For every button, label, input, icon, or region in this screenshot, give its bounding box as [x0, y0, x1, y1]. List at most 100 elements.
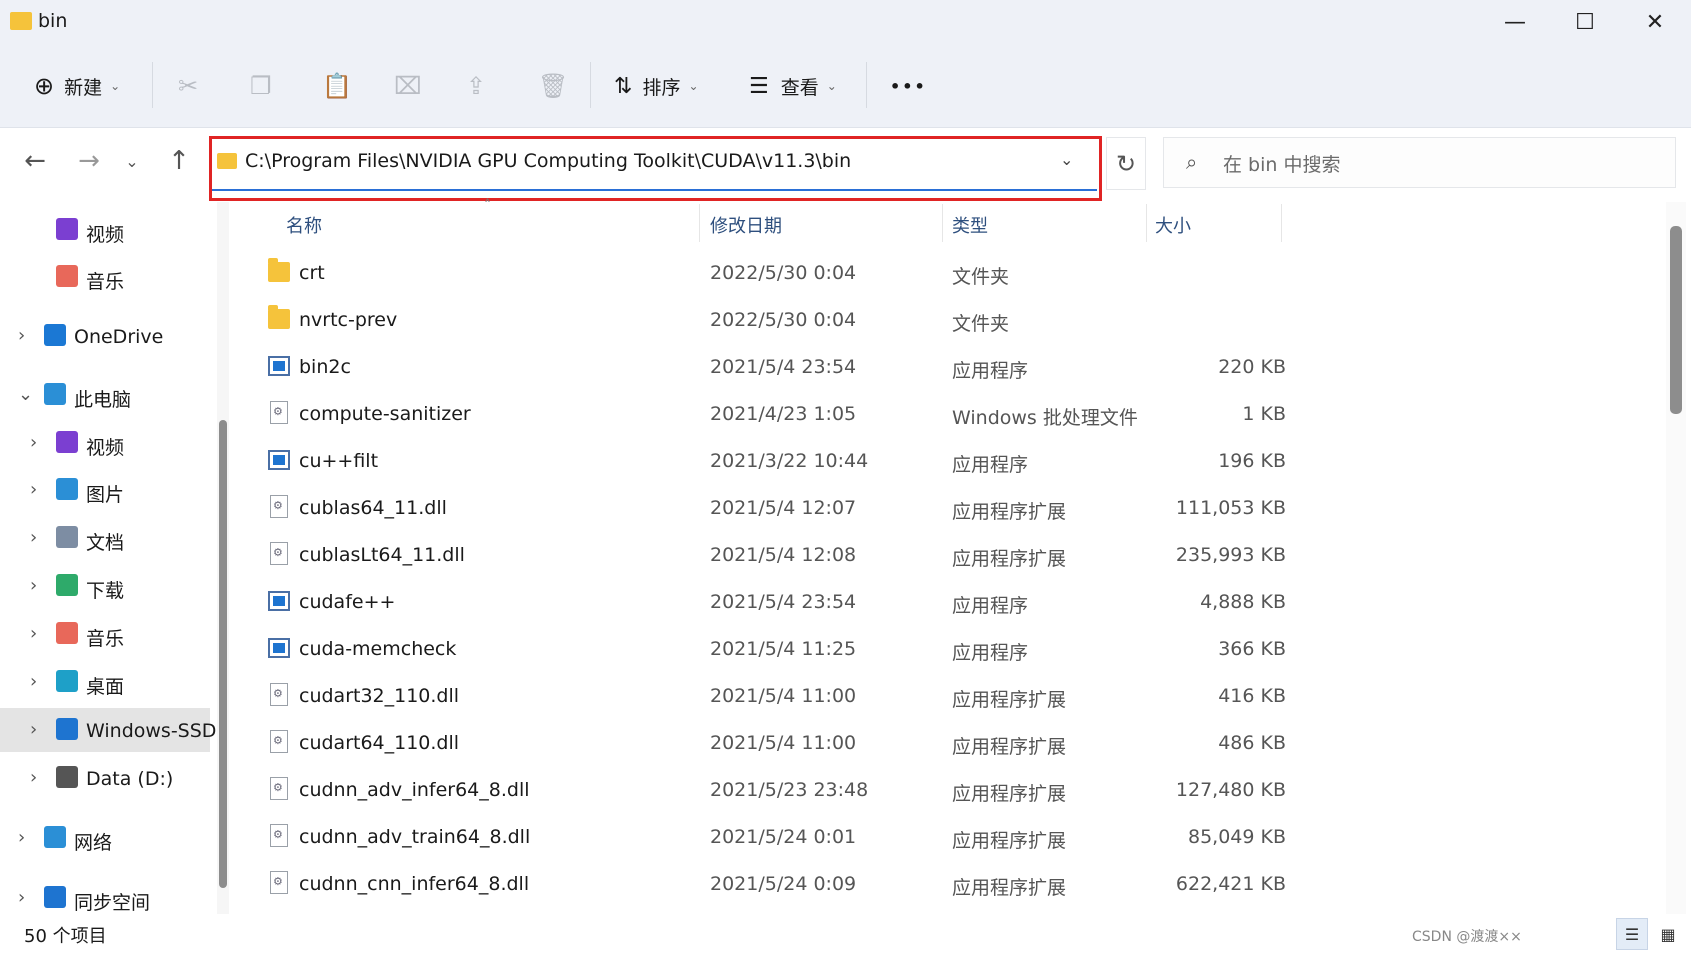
sidebar-item[interactable]: › 下载: [0, 564, 210, 608]
chevron-right-icon[interactable]: ›: [18, 887, 25, 908]
sidebar-item[interactable]: › 音乐: [0, 612, 210, 656]
sidebar-item[interactable]: › 视频: [0, 421, 210, 465]
back-arrow-icon[interactable]: ←: [18, 144, 52, 178]
chevron-right-icon[interactable]: ›: [30, 719, 37, 740]
search-icon: ⌕: [1186, 150, 1198, 174]
details-view-button[interactable]: ☰: [1616, 918, 1648, 950]
chevron-right-icon[interactable]: ›: [30, 527, 37, 548]
file-type: 应用程序扩展: [952, 783, 1067, 805]
folder-icon: [268, 258, 290, 282]
file-name: cudnn_adv_infer64_8.dll: [299, 779, 530, 801]
delete-icon[interactable]: 🗑: [538, 70, 568, 102]
file-icon: [270, 824, 288, 847]
file-date: 2021/5/4 11:00: [710, 732, 857, 754]
view-button[interactable]: ☰ 查看 ⌄: [749, 70, 837, 102]
file-name: nvrtc-prev: [299, 309, 398, 331]
file-row[interactable]: cuda-memcheck 2021/5/4 11:25 应用程序 366 KB: [238, 626, 1658, 673]
sidebar-item[interactable]: › Data (D:): [0, 756, 210, 800]
sidebar-item[interactable]: › 文档: [0, 516, 210, 560]
drive-icon: [56, 718, 78, 740]
file-date: 2021/3/22 10:44: [710, 450, 869, 472]
file-row[interactable]: cublasLt64_11.dll 2021/5/4 12:08 应用程序扩展 235…: [238, 532, 1658, 579]
cut-icon[interactable]: ✂: [178, 70, 198, 102]
file-date: 2021/5/4 11:00: [710, 685, 857, 707]
chevron-right-icon[interactable]: ›: [30, 671, 37, 692]
chevron-down-icon: ⌄: [826, 79, 837, 93]
file-row[interactable]: nvrtc-prev 2022/5/30 0:04 文件夹: [238, 297, 1658, 344]
sidebar-item[interactable]: › OneDrive: [0, 314, 210, 358]
close-button[interactable]: ✕: [1620, 0, 1690, 45]
file-icon: [270, 542, 288, 565]
file-row[interactable]: bin2c 2021/5/4 23:54 应用程序 220 KB: [238, 344, 1658, 391]
copy-icon[interactable]: ❐: [250, 70, 272, 102]
more-button[interactable]: •••: [890, 70, 927, 102]
plus-circle-icon: ⊕: [34, 72, 55, 100]
file-date: 2021/5/4 23:54: [710, 356, 857, 378]
file-row[interactable]: cu++filt 2021/3/22 10:44 应用程序 196 KB: [238, 438, 1658, 485]
new-button[interactable]: ⊕ 新建 ⌄: [34, 70, 120, 102]
sort-button[interactable]: ⇅ 排序 ⌄: [614, 70, 699, 102]
paste-icon[interactable]: 📋: [322, 70, 352, 102]
file-row[interactable]: compute-sanitizer 2021/4/23 1:05 Windows 批…: [238, 391, 1658, 438]
column-header-name[interactable]: 名称: [286, 212, 322, 238]
tiles-view-button[interactable]: ▦: [1652, 918, 1684, 950]
column-header-size[interactable]: 大小: [1155, 212, 1191, 238]
share-icon[interactable]: ⇪: [466, 70, 486, 102]
sidebar-item-label: Data (D:): [86, 768, 174, 790]
sidebar-item[interactable]: 视频: [0, 208, 210, 252]
file-row[interactable]: cudnn_adv_train64_8.dll 2021/5/24 0:01 应用程…: [238, 814, 1658, 861]
file-date: 2021/5/4 11:25: [710, 638, 857, 660]
sidebar-scroll-thumb[interactable]: [219, 420, 227, 888]
music-icon: [56, 622, 78, 644]
forward-arrow-icon[interactable]: →: [72, 144, 106, 178]
file-row[interactable]: cublas64_11.dll 2021/5/4 12:07 应用程序扩展 111,0…: [238, 485, 1658, 532]
chevron-right-icon[interactable]: ›: [30, 767, 37, 788]
recent-chevron-icon[interactable]: ⌄: [115, 144, 149, 178]
file-type: 应用程序扩展: [952, 548, 1067, 570]
chevron-right-icon[interactable]: ›: [30, 432, 37, 453]
rename-icon[interactable]: ⌧: [394, 70, 422, 102]
chevron-down-icon[interactable]: ⌄: [18, 384, 33, 405]
file-type: 应用程序扩展: [952, 830, 1067, 852]
file-list-scroll-thumb[interactable]: [1670, 226, 1682, 414]
search-input[interactable]: 在 bin 中搜索: [1223, 150, 1340, 177]
sidebar-item[interactable]: ⌄ 此电脑: [0, 373, 210, 417]
column-header-date[interactable]: 修改日期: [710, 212, 782, 238]
chevron-right-icon[interactable]: ›: [30, 479, 37, 500]
file-row[interactable]: crt 2022/5/30 0:04 文件夹: [238, 250, 1658, 297]
sidebar-item-label: 此电脑: [74, 389, 132, 411]
chevron-right-icon[interactable]: ›: [18, 827, 25, 848]
refresh-button[interactable]: ↻: [1106, 137, 1146, 190]
sidebar-item[interactable]: 音乐: [0, 255, 210, 299]
sidebar-item[interactable]: › Windows-SSD: [0, 708, 216, 752]
column-header-type[interactable]: 类型: [952, 212, 988, 238]
file-row[interactable]: cudafe++ 2021/5/4 23:54 应用程序 4,888 KB: [238, 579, 1658, 626]
chevron-right-icon[interactable]: ›: [30, 623, 37, 644]
sidebar-item[interactable]: › 网络: [0, 816, 210, 860]
file-row[interactable]: cudart64_110.dll 2021/5/4 11:00 应用程序扩展 486 …: [238, 720, 1658, 767]
divider: [152, 62, 153, 108]
file-name: bin2c: [299, 356, 351, 378]
file-row[interactable]: cudart32_110.dll 2021/5/4 11:00 应用程序扩展 416 …: [238, 673, 1658, 720]
file-row[interactable]: cudnn_cnn_infer64_8.dll 2021/5/24 0:09 应用程…: [238, 861, 1658, 908]
maximize-button[interactable]: ☐: [1550, 0, 1620, 45]
sidebar-item[interactable]: › 图片: [0, 468, 210, 512]
up-arrow-icon[interactable]: ↑: [162, 144, 196, 178]
chevron-right-icon[interactable]: ›: [18, 325, 25, 346]
folder-icon: [268, 305, 290, 329]
file-name: cublasLt64_11.dll: [299, 544, 465, 566]
music-icon: [56, 265, 78, 287]
sort-indicator-icon: ˄: [484, 198, 491, 214]
address-dropdown-icon[interactable]: ⌄: [1060, 150, 1073, 169]
computer-icon: [44, 383, 66, 405]
file-row[interactable]: cudnn_adv_infer64_8.dll 2021/5/23 23:48 应用…: [238, 767, 1658, 814]
view-label: 查看: [780, 76, 819, 99]
minimize-button[interactable]: —: [1480, 0, 1550, 45]
address-path[interactable]: C:\Program Files\NVIDIA GPU Computing To…: [245, 150, 851, 172]
cloud-icon: [44, 324, 66, 346]
file-name: cudafe++: [299, 591, 396, 613]
chevron-right-icon[interactable]: ›: [30, 575, 37, 596]
window-title: bin: [38, 10, 68, 32]
application-icon: [268, 638, 290, 658]
sidebar-item[interactable]: › 桌面: [0, 660, 210, 704]
